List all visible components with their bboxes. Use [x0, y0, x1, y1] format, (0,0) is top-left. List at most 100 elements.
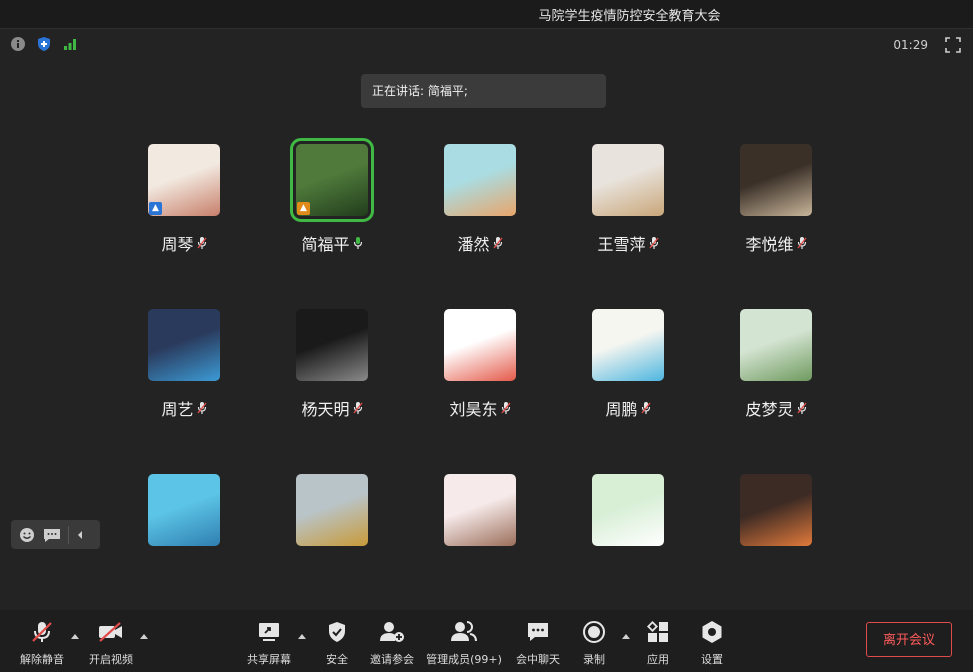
participant-avatar [148, 474, 220, 546]
leave-meeting-button[interactable]: 离开会议 [866, 622, 952, 657]
participant-avatar [592, 309, 664, 381]
participant-tile[interactable] [124, 474, 244, 546]
invite-user-icon [380, 622, 404, 642]
share-screen-label: 共享屏幕 [247, 653, 291, 666]
info-icon[interactable] [10, 36, 26, 52]
mic-muted-icon [500, 402, 511, 414]
record-button[interactable]: 录制 [578, 620, 610, 667]
video-off-icon [99, 622, 122, 642]
participant-tile[interactable]: 王雪萍 [568, 144, 688, 255]
participant-name: 简福平 [301, 235, 350, 254]
participant-avatar [444, 474, 516, 546]
window-titlebar: 马院学生疫情防控安全教育大会 [0, 0, 973, 29]
participant-avatar [740, 144, 812, 216]
participant-name-row: 简福平 [272, 231, 392, 255]
mic-muted-icon [640, 402, 651, 414]
participant-tile[interactable] [568, 474, 688, 546]
active-speaker-banner: 正在讲话: 简福平; [361, 74, 606, 108]
meeting-title: 马院学生疫情防控安全教育大会 [538, 9, 721, 24]
participant-tile[interactable]: 皮梦灵 [716, 309, 836, 420]
meeting-timer: 01:29 [893, 38, 928, 52]
apps-icon [646, 620, 668, 642]
participant-name-row: 刘昊东 [420, 396, 540, 420]
security-shield-icon [329, 622, 345, 642]
unmute-label: 解除静音 [20, 653, 64, 666]
participant-tile[interactable]: 刘昊东 [420, 309, 540, 420]
participant-tile[interactable] [420, 474, 540, 546]
participant-avatar [740, 309, 812, 381]
participant-name-row: 周鹏 [568, 396, 688, 420]
participant-tile[interactable] [716, 474, 836, 546]
unmute-button[interactable]: 解除静音 [16, 620, 68, 667]
participant-avatar [444, 309, 516, 381]
participant-name-row: 周琴 [124, 231, 244, 255]
video-options-caret[interactable] [140, 634, 148, 639]
participant-tile[interactable]: 杨天明 [272, 309, 392, 420]
participant-name-row: 皮梦灵 [716, 396, 836, 420]
mic-on-icon [353, 237, 362, 249]
participant-name-row: 周艺 [124, 396, 244, 420]
share-options-caret[interactable] [298, 634, 306, 639]
chat-bubble-icon[interactable] [43, 527, 61, 543]
participant-name-row: 李悦维 [716, 231, 836, 255]
members-icon [451, 621, 477, 642]
participant-avatar: ▲ [290, 138, 374, 222]
security-button[interactable]: 安全 [318, 620, 356, 667]
floating-side-panel [11, 520, 100, 549]
record-options-caret[interactable] [622, 634, 630, 639]
mic-muted-icon [196, 402, 207, 414]
record-label: 录制 [583, 653, 605, 666]
emoji-icon[interactable] [19, 527, 35, 543]
invite-button[interactable]: 邀请参会 [366, 620, 418, 667]
panel-divider [68, 525, 69, 544]
chat-icon [528, 623, 548, 641]
mic-muted-icon [196, 237, 207, 249]
shield-icon[interactable] [36, 36, 52, 52]
share-screen-button[interactable]: 共享屏幕 [243, 620, 295, 667]
participant-tile[interactable]: 周艺 [124, 309, 244, 420]
manage-members-button[interactable]: 管理成员(99+) [426, 620, 502, 667]
signal-icon[interactable] [62, 36, 78, 52]
participant-role-badge-icon: ▲ [297, 202, 310, 215]
collapse-arrow-icon[interactable] [76, 530, 84, 540]
settings-icon [702, 621, 722, 643]
chat-button[interactable]: 会中聊天 [512, 620, 564, 667]
participant-avatar [296, 474, 368, 546]
security-label: 安全 [326, 653, 348, 666]
settings-label: 设置 [701, 653, 723, 666]
mic-muted-icon [32, 622, 52, 642]
participant-name: 杨天明 [301, 400, 350, 419]
mic-muted-icon [648, 237, 659, 249]
apps-button[interactable]: 应用 [640, 620, 676, 667]
audio-options-caret[interactable] [71, 634, 79, 639]
participant-avatar [740, 474, 812, 546]
share-screen-icon [259, 623, 279, 641]
start-video-label: 开启视频 [89, 653, 133, 666]
apps-label: 应用 [647, 653, 669, 666]
participant-avatar: ▲ [148, 144, 220, 216]
participant-tile[interactable]: 周鹏 [568, 309, 688, 420]
settings-button[interactable]: 设置 [694, 620, 730, 667]
participant-avatar [296, 309, 368, 381]
bottom-toolbar: 解除静音 开启视频 共享屏幕 安全 邀请参会 管理成员(99+) 会中聊天 录制… [0, 610, 973, 672]
participant-role-badge-icon: ▲ [149, 202, 162, 215]
meeting-info-bar [10, 36, 78, 52]
participant-tile[interactable]: 潘然 [420, 144, 540, 255]
fullscreen-icon[interactable] [945, 37, 961, 53]
participant-name: 皮梦灵 [745, 400, 794, 419]
participant-name: 李悦维 [745, 235, 794, 254]
participant-avatar [444, 144, 516, 216]
participant-tile[interactable] [272, 474, 392, 546]
manage-members-label: 管理成员(99+) [426, 653, 502, 666]
participant-avatar [148, 309, 220, 381]
mic-muted-icon [796, 402, 807, 414]
start-video-button[interactable]: 开启视频 [85, 620, 137, 667]
record-icon [583, 621, 605, 643]
participant-name-row: 潘然 [420, 231, 540, 255]
participant-name-row: 杨天明 [272, 396, 392, 420]
participant-tile[interactable]: ▲ 简福平 [272, 138, 392, 255]
participant-tile[interactable]: ▲ 周琴 [124, 144, 244, 255]
participant-name: 潘然 [457, 235, 490, 254]
chat-label: 会中聊天 [516, 653, 560, 666]
participant-tile[interactable]: 李悦维 [716, 144, 836, 255]
